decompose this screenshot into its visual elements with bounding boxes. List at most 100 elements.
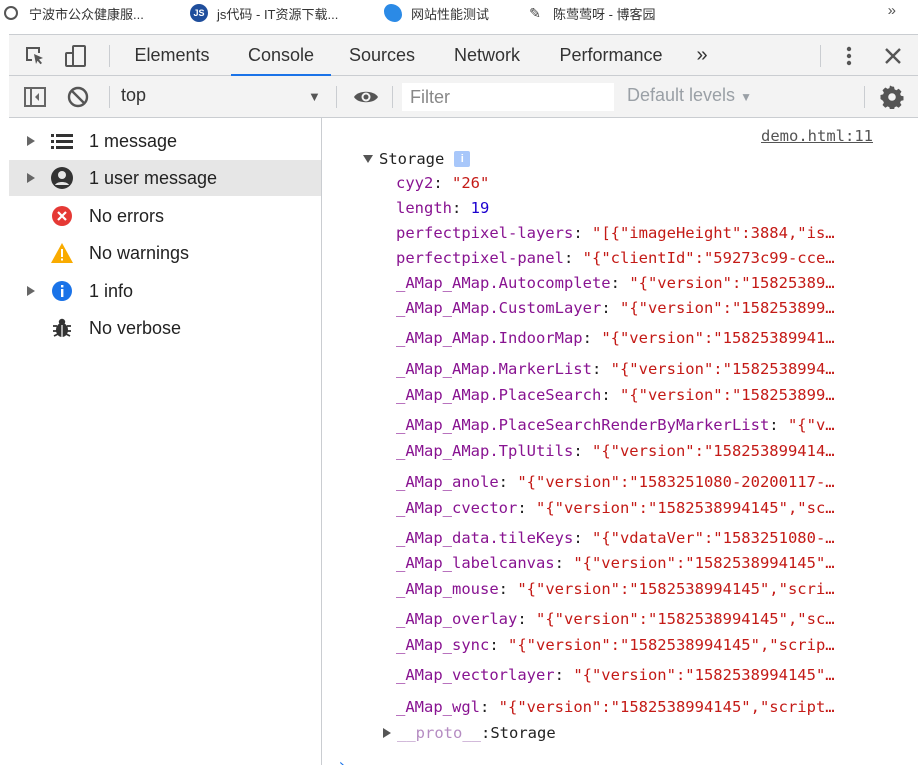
devtools-tabbar: Elements Console Sources Network Perform… — [9, 34, 918, 76]
blog-icon: ✎ — [526, 4, 544, 22]
storage-entry[interactable]: _AMap_labelcanvas: "{"version":"15825389… — [396, 554, 886, 572]
entry-value: "{"version":"1582538994145","scrip… — [508, 636, 835, 654]
storage-entry[interactable]: _AMap_mouse: "{"version":"1582538994145"… — [396, 580, 886, 598]
kebab-menu-icon[interactable] — [837, 44, 861, 68]
tab-performance[interactable]: Performance — [549, 35, 673, 76]
expand-arrow-icon[interactable] — [27, 173, 35, 183]
entry-key: _AMap_data.tileKeys — [396, 529, 574, 547]
storage-entry[interactable]: _AMap_vectorlayer: "{"version":"15825389… — [396, 666, 886, 684]
gear-icon[interactable] — [880, 85, 904, 110]
bookmark-label: 宁波市公众健康服... — [29, 6, 144, 22]
sidebar-item-label: No verbose — [89, 317, 182, 338]
source-link[interactable]: demo.html:11 — [761, 127, 873, 145]
entry-key: _AMap_labelcanvas — [396, 554, 555, 572]
storage-entry[interactable]: length: 19 — [396, 199, 886, 217]
storage-entry[interactable]: _AMap_AMap.MarkerList: "{"version":"1582… — [396, 360, 886, 378]
list-icon — [50, 129, 74, 153]
storage-object-header[interactable]: Storage i — [363, 150, 471, 168]
entry-value: "{"version":"158253899… — [619, 386, 835, 404]
bookmark-label: 陈莺莺呀 - 博客园 — [553, 6, 656, 22]
swirl-icon — [384, 4, 402, 22]
sidebar-item-label: 1 message — [89, 130, 178, 151]
entry-key: perfectpixel-panel — [396, 249, 564, 267]
bookmark-label: js代码 - IT资源下载... — [217, 6, 339, 22]
entry-key: _AMap_wgl — [396, 698, 480, 716]
entry-key: length — [396, 199, 452, 217]
divider — [864, 86, 865, 108]
tab-sources[interactable]: Sources — [339, 35, 425, 76]
storage-entry[interactable]: _AMap_AMap.PlaceSearchRenderByMarkerList… — [396, 416, 886, 434]
console-prompt[interactable]: › — [337, 755, 347, 765]
clear-console-icon[interactable] — [66, 85, 90, 109]
bookmark-label: 网站性能测试 — [411, 6, 490, 22]
globe-icon — [4, 6, 18, 20]
tab-network[interactable]: Network — [441, 35, 533, 76]
device-toolbar-icon[interactable] — [64, 44, 88, 68]
filter-input[interactable] — [402, 83, 614, 111]
expand-arrow-icon[interactable] — [383, 728, 391, 738]
entry-key: _AMap_AMap.TplUtils — [396, 442, 574, 460]
storage-entry[interactable]: _AMap_anole: "{"version":"1583251080-202… — [396, 473, 886, 491]
sidebar-item-user-messages[interactable]: 1 user message — [9, 160, 321, 196]
sidebar-item-warnings[interactable]: No warnings — [9, 235, 321, 271]
sidebar-item-label: 1 info — [89, 280, 134, 301]
entry-key: _AMap_AMap.CustomLayer — [396, 299, 602, 317]
proto-value: Storage — [490, 724, 556, 742]
entry-value: "{"version":"1583251080-20200117-… — [517, 473, 835, 491]
collapse-arrow-icon[interactable] — [363, 155, 373, 163]
tab-elements[interactable]: Elements — [123, 35, 221, 76]
bookmarks-more-button[interactable]: » — [888, 2, 896, 19]
storage-entry[interactable]: _AMap_cvector: "{"version":"158253899414… — [396, 499, 886, 517]
info-icon — [50, 279, 74, 303]
storage-entry[interactable]: _AMap_AMap.Autocomplete: "{"version":"15… — [396, 274, 886, 292]
entry-value: "{"version":"15825389941… — [601, 329, 835, 347]
sidebar-item-verbose[interactable]: No verbose — [9, 310, 321, 346]
storage-entry[interactable]: _AMap_overlay: "{"version":"158253899414… — [396, 610, 886, 628]
expand-arrow-icon[interactable] — [27, 136, 35, 146]
sidebar-item-info[interactable]: 1 info — [9, 273, 321, 309]
inspect-element-icon[interactable] — [23, 44, 47, 68]
live-expression-eye-icon[interactable] — [353, 85, 378, 109]
entry-key: _AMap_AMap.PlaceSearchRenderByMarkerList — [396, 416, 770, 434]
storage-entry[interactable]: perfectpixel-panel: "{"clientId":"59273c… — [396, 249, 886, 267]
sidebar-item-errors[interactable]: No errors — [9, 198, 321, 234]
context-selector[interactable]: top — [121, 85, 146, 106]
sidebar-item-messages[interactable]: 1 message — [9, 123, 321, 159]
bookmark-0[interactable]: 宁波市公众健康服... — [4, 0, 144, 26]
close-icon[interactable] — [881, 44, 905, 68]
storage-entry[interactable]: _AMap_AMap.PlaceSearch: "{"version":"158… — [396, 386, 886, 404]
expand-arrow-icon[interactable] — [27, 286, 35, 296]
proto-entry[interactable]: __proto__: Storage — [383, 724, 556, 742]
entry-value: "{"version":"15825389… — [629, 274, 835, 292]
storage-entry[interactable]: _AMap_AMap.CustomLayer: "{"version":"158… — [396, 299, 886, 317]
bookmark-1[interactable]: JS js代码 - IT资源下载... — [190, 0, 338, 26]
tab-console[interactable]: Console — [231, 35, 331, 76]
storage-entry[interactable]: cyy2: "26" — [396, 174, 886, 192]
chevron-down-icon[interactable]: ▼ — [308, 89, 321, 104]
entry-key: _AMap_vectorlayer — [396, 666, 555, 684]
storage-entry[interactable]: _AMap_wgl: "{"version":"1582538994145","… — [396, 698, 886, 716]
entry-key: _AMap_sync — [396, 636, 490, 654]
entry-value: "26" — [452, 174, 490, 192]
entry-value: 19 — [470, 199, 490, 217]
storage-entry[interactable]: _AMap_sync: "{"version":"1582538994145",… — [396, 636, 886, 654]
entry-value: "{"version":"1582538994145","sc… — [536, 610, 835, 628]
storage-entry[interactable]: _AMap_AMap.TplUtils: "{"version":"158253… — [396, 442, 886, 460]
default-levels-dropdown[interactable]: Default levels ▼ — [627, 85, 752, 106]
sidebar-item-label: No errors — [89, 205, 165, 226]
storage-entry[interactable]: _AMap_data.tileKeys: "{"vdataVer":"15832… — [396, 529, 886, 547]
divider — [109, 86, 110, 108]
divider — [392, 86, 393, 108]
storage-entry[interactable]: perfectpixel-layers: "[{"imageHeight":38… — [396, 224, 886, 242]
entry-value: "{"version":"1582538994145"… — [573, 666, 835, 684]
bookmark-2[interactable]: 网站性能测试 — [384, 0, 489, 26]
sidebar-toggle-icon[interactable] — [23, 85, 47, 109]
info-badge-icon[interactable]: i — [454, 151, 471, 167]
bug-icon — [50, 316, 74, 340]
bookmark-3[interactable]: ✎ 陈莺莺呀 - 博客园 — [526, 0, 656, 26]
entry-value: "{"version":"1582538994145","sc… — [536, 499, 835, 517]
sidebar-item-label: No warnings — [89, 242, 190, 263]
more-tabs-button[interactable]: » — [687, 35, 717, 76]
default-levels-label: Default levels — [627, 85, 736, 105]
storage-entry[interactable]: _AMap_AMap.IndoorMap: "{"version":"15825… — [396, 329, 886, 347]
